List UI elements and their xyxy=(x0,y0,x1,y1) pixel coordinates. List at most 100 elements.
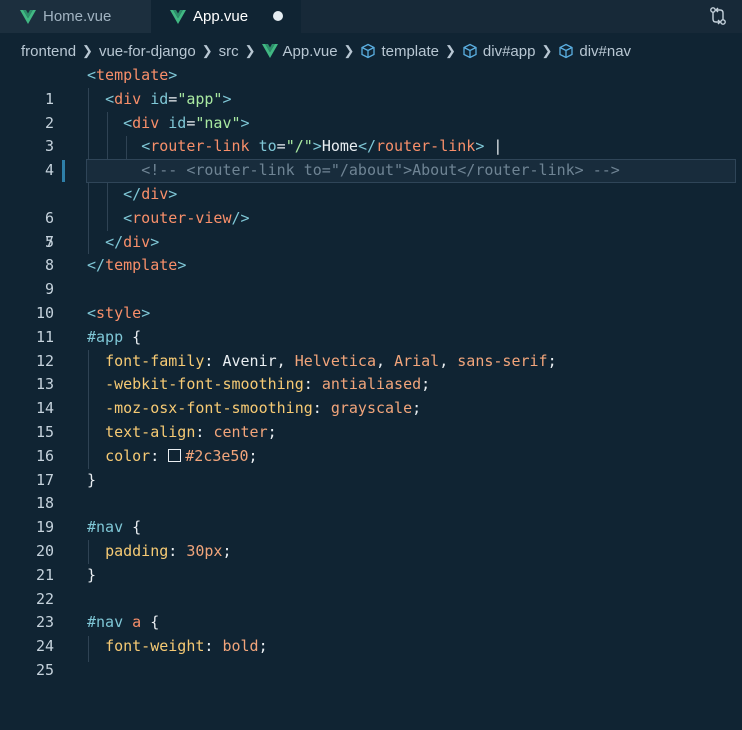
token: sans-serif xyxy=(457,351,548,370)
token: font-weight xyxy=(105,637,205,656)
token: : xyxy=(303,375,322,394)
color-swatch-icon[interactable] xyxy=(168,448,182,462)
token: -moz-osx-font-smoothing xyxy=(105,399,313,418)
token: , xyxy=(376,351,395,370)
code-line: 19 xyxy=(0,492,742,536)
token: padding xyxy=(105,541,169,560)
code-line: 20 #nav { xyxy=(0,516,742,560)
token: div xyxy=(123,232,151,251)
code-line: 2 <div id="app"> xyxy=(0,88,742,132)
token: ; xyxy=(547,351,557,370)
unsaved-changes-dot-icon[interactable] xyxy=(273,11,283,21)
breadcrumb-item-frontend[interactable]: frontend xyxy=(21,43,76,60)
token: : xyxy=(204,351,223,370)
token: router-view xyxy=(132,208,232,227)
code-line: 18 } xyxy=(0,469,742,513)
token: a xyxy=(123,613,142,632)
token: ; xyxy=(267,422,277,441)
token: to xyxy=(249,137,277,156)
token: div xyxy=(141,184,169,203)
token: : xyxy=(204,637,223,656)
tab-label: App.vue xyxy=(193,8,249,25)
token: > xyxy=(150,232,160,251)
token: div xyxy=(132,113,160,132)
token: router-link xyxy=(376,137,476,156)
token: > xyxy=(141,303,151,322)
cube-symbol-icon xyxy=(559,43,574,59)
token: </ xyxy=(357,137,376,156)
code-line: 11 <style> xyxy=(0,302,742,346)
code-line: 4 <router-link to="/">Home</router-link>… xyxy=(0,135,742,179)
breadcrumb-item-template[interactable]: template xyxy=(360,43,439,60)
code-editor[interactable]: 1 <template> 2 <div id="app"> 3 <div id=… xyxy=(0,64,742,679)
token: Arial xyxy=(394,351,440,370)
token: > xyxy=(240,113,250,132)
token: { xyxy=(123,327,142,346)
token: 30px xyxy=(186,541,223,560)
chevron-right-icon: ❯ xyxy=(445,43,456,58)
token: id xyxy=(159,113,187,132)
token: ; xyxy=(222,541,232,560)
token: : xyxy=(195,422,214,441)
token: Helvetica xyxy=(294,351,376,370)
token: -webkit-font-smoothing xyxy=(105,375,304,394)
token: > xyxy=(312,137,322,156)
breadcrumb-label: App.vue xyxy=(282,42,338,60)
token: </ xyxy=(123,184,142,203)
code-line: 7 <router-view/> xyxy=(0,207,742,251)
cube-symbol-icon xyxy=(361,43,376,59)
token: #app xyxy=(87,327,124,346)
token: "app" xyxy=(177,89,223,108)
code-line: 10 xyxy=(0,278,742,322)
token: { xyxy=(123,518,142,537)
code-line: 8 </div> xyxy=(0,231,742,275)
code-line: 12 #app { xyxy=(0,326,742,370)
code-line: 15 -moz-osx-font-smoothing: grayscale; xyxy=(0,397,742,441)
breadcrumb-label: div#nav xyxy=(579,42,632,60)
open-changes-icon[interactable] xyxy=(708,6,728,26)
token: #nav xyxy=(87,518,124,537)
tab-app-vue[interactable]: App.vue xyxy=(151,0,301,33)
code-line: 13 font-family: Avenir, Helvetica, Arial… xyxy=(0,350,742,394)
token: < xyxy=(87,66,97,84)
code-line: 1 <template> xyxy=(0,64,742,108)
token: ; xyxy=(412,399,422,418)
token: : xyxy=(312,399,331,418)
breadcrumb-label: template xyxy=(381,42,439,60)
token: "nav" xyxy=(195,113,241,132)
token: div xyxy=(114,89,142,108)
breadcrumb-item-div-app[interactable]: div#app xyxy=(462,42,536,60)
code-line: 25 font-weight: bold; xyxy=(0,635,742,679)
token: antialiased xyxy=(321,375,422,394)
breadcrumb-item-vue-for-django[interactable]: vue-for-django xyxy=(99,43,196,60)
token: > xyxy=(177,256,187,275)
token: router-link xyxy=(150,137,250,156)
code-line-current: 5 <!-- <router-link to="/about">About</r… xyxy=(0,159,742,251)
chevron-right-icon: ❯ xyxy=(343,43,355,58)
tab-bar: Home.vue App.vue xyxy=(0,0,742,33)
code-line: 9 </template> xyxy=(0,254,742,298)
tab-label: Home.vue xyxy=(43,8,112,25)
breadcrumb-item-div-nav[interactable]: div#nav xyxy=(558,43,631,60)
code-line: 3 <div id="nav"> xyxy=(0,112,742,156)
tab-home-vue[interactable]: Home.vue xyxy=(0,0,151,33)
token: = xyxy=(276,137,286,156)
token: grayscale xyxy=(330,399,413,418)
token: style xyxy=(96,303,142,322)
breadcrumb-item-app-vue[interactable]: App.vue xyxy=(261,42,338,60)
breadcrumb-item-src[interactable]: src xyxy=(219,43,239,60)
token: #2c3e50 xyxy=(185,446,249,465)
token: > xyxy=(168,184,178,203)
token: </ xyxy=(87,256,106,275)
token: font-family xyxy=(105,351,205,370)
code-line: 16 text-align: center; xyxy=(0,421,742,465)
breadcrumb-label: div#app xyxy=(482,42,536,60)
vue-logo-icon xyxy=(170,9,186,24)
token: text-align xyxy=(105,422,196,441)
token: bold xyxy=(222,637,259,656)
token: template xyxy=(96,66,169,84)
token: > xyxy=(168,66,178,84)
vue-logo-icon xyxy=(261,44,278,58)
code-line: 17 color: #2c3e50; xyxy=(0,445,742,489)
code-line: 24 #nav a { xyxy=(0,611,742,655)
